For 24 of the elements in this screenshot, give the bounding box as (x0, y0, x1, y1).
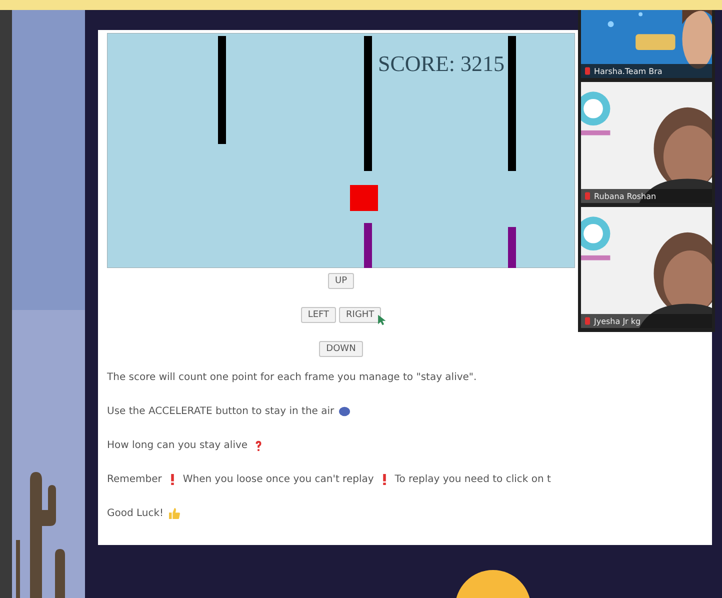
control-button[interactable]: UP (328, 273, 354, 289)
participant-name: Rubana Roshan (594, 192, 656, 200)
obstacle (508, 227, 516, 268)
muted-mic-icon (585, 67, 590, 75)
instruction-text: When you loose once you can't replay (182, 474, 374, 484)
instruction-text: The score will count one point for each frame you manage to "stay alive". (107, 372, 477, 382)
muted-mic-icon (585, 192, 590, 200)
participant-name: Jyesha Jr kg (594, 316, 641, 326)
instruction-text: Good Luck! (107, 508, 164, 518)
player-square (350, 185, 378, 211)
instruction-text: How long can you stay alive (107, 440, 248, 450)
score-text: SCORE: 3215 (378, 51, 505, 76)
instruction-text: Use the ACCELERATE button to stay in the air (107, 406, 334, 416)
control-button[interactable]: RIGHT (339, 307, 382, 323)
participant-name: Harsha.Team Bra (594, 66, 662, 76)
control-button[interactable]: DOWN (319, 341, 363, 357)
cursor-icon (377, 314, 386, 326)
instruction-text: Remember (107, 474, 162, 484)
obstacle (364, 223, 372, 268)
control-button[interactable]: LEFT (300, 307, 336, 323)
instruction-text: To replay you need to click on t (394, 474, 551, 484)
dot-icon (339, 406, 350, 416)
muted-mic-icon (585, 317, 590, 325)
thumbs-up-icon (168, 508, 180, 518)
